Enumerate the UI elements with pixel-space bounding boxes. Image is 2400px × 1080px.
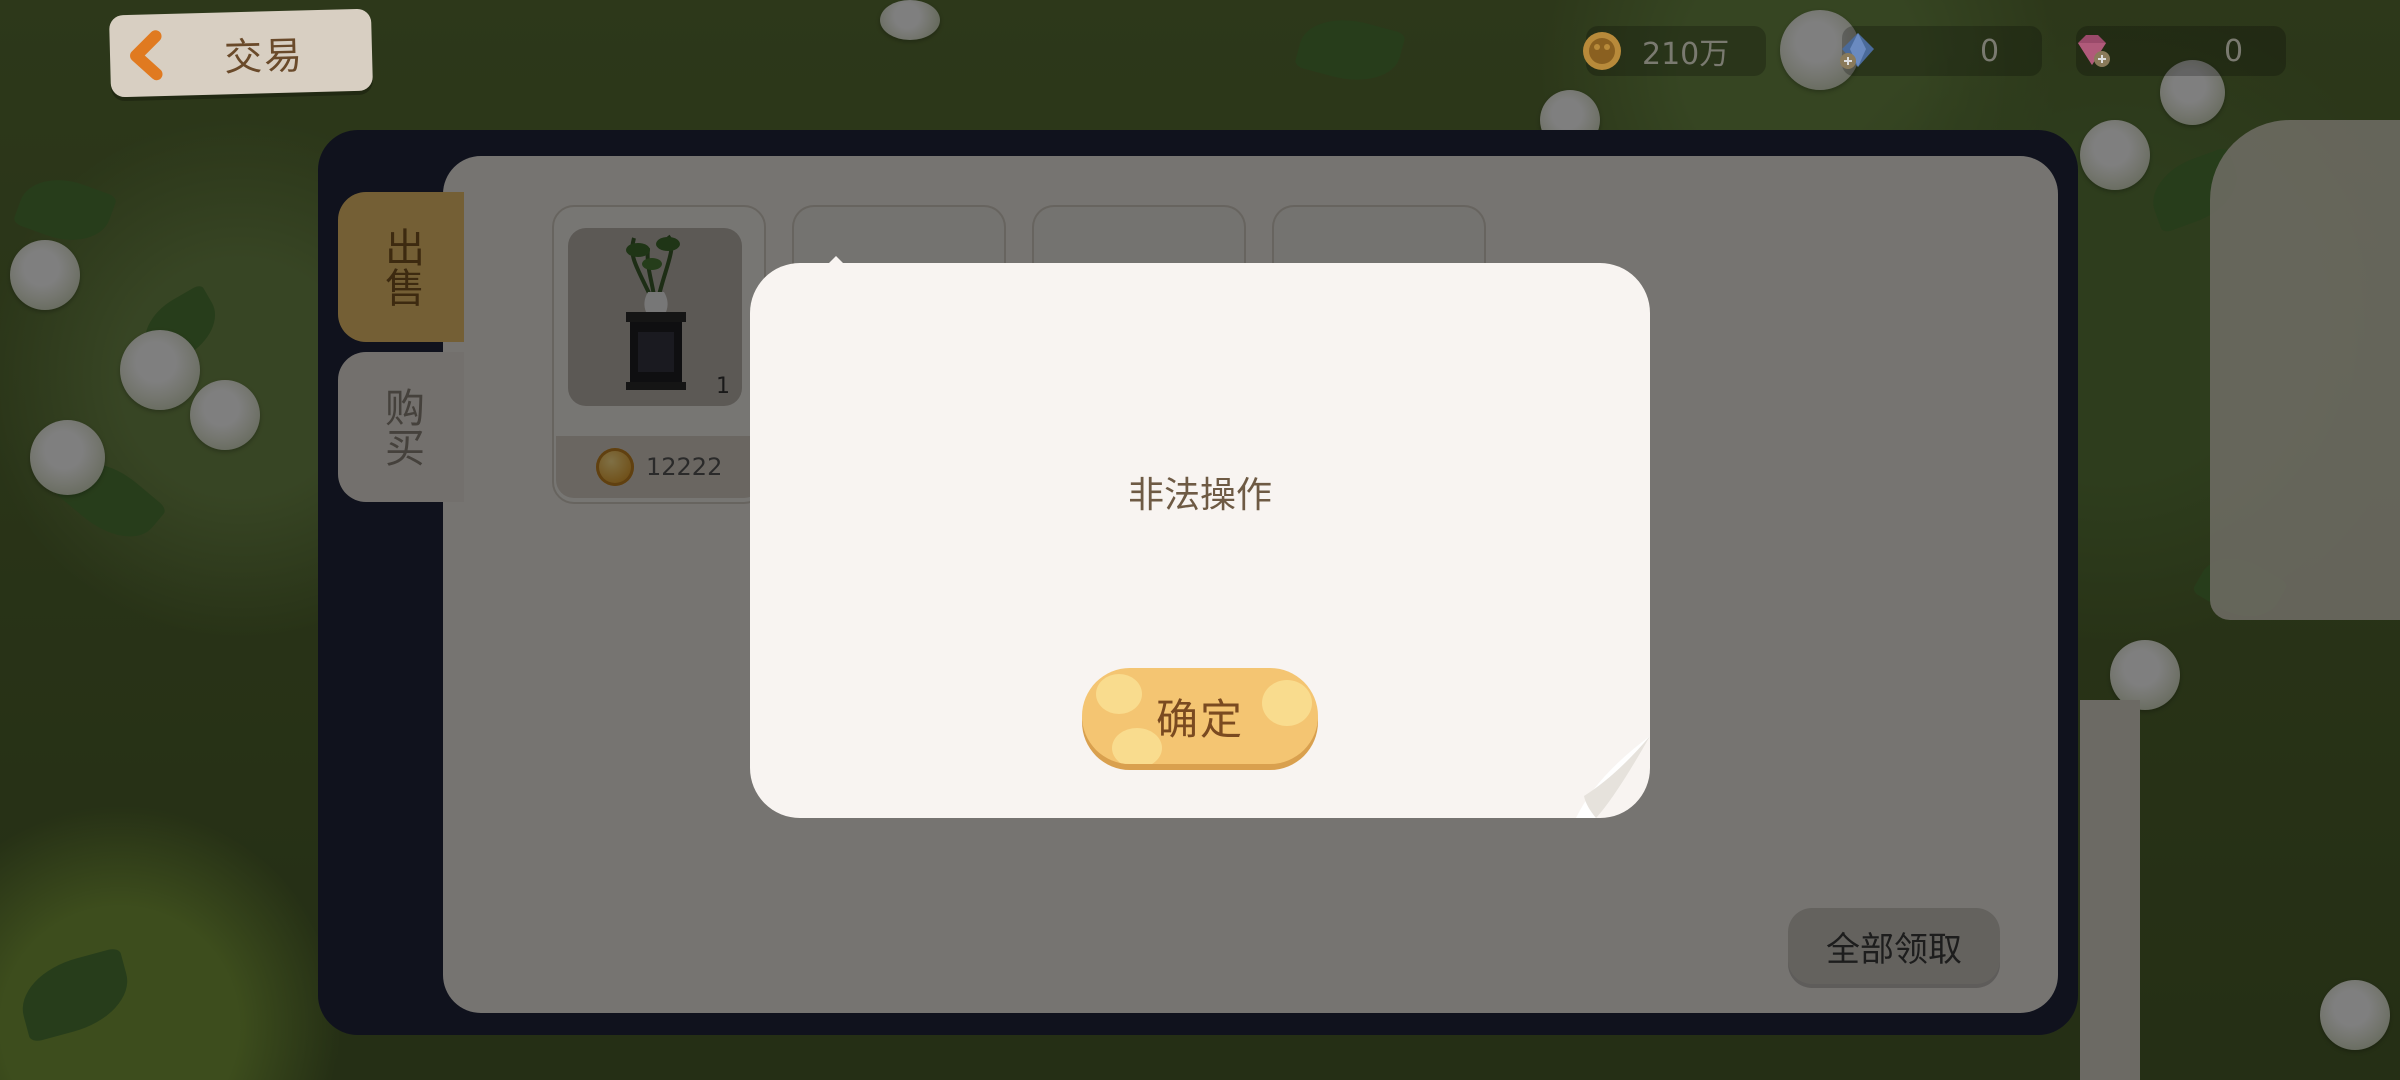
gold-amount: 210万: [1642, 37, 1730, 72]
back-button[interactable]: 交易: [108, 8, 374, 98]
page-curl-decoration: [1576, 736, 1650, 818]
confirm-button-label: 确定: [1155, 694, 1244, 744]
page-title: 交易: [223, 32, 305, 79]
gold-coin-icon: [1583, 32, 1621, 70]
pink-diamond-plus-icon: [2078, 35, 2110, 67]
diamond-amount: 0: [2224, 33, 2244, 69]
blue-gem-plus-icon: [1840, 33, 1874, 69]
gem-resource[interactable]: 0: [1840, 26, 2042, 76]
confirm-button[interactable]: 确定: [1082, 668, 1318, 764]
back-arrow-icon: [121, 28, 176, 83]
diamond-resource[interactable]: 0: [2076, 26, 2286, 76]
gem-amount: 0: [1980, 33, 2000, 69]
gold-resource: 210万: [1583, 26, 1766, 76]
dialog-message: 非法操作: [1127, 475, 1272, 516]
